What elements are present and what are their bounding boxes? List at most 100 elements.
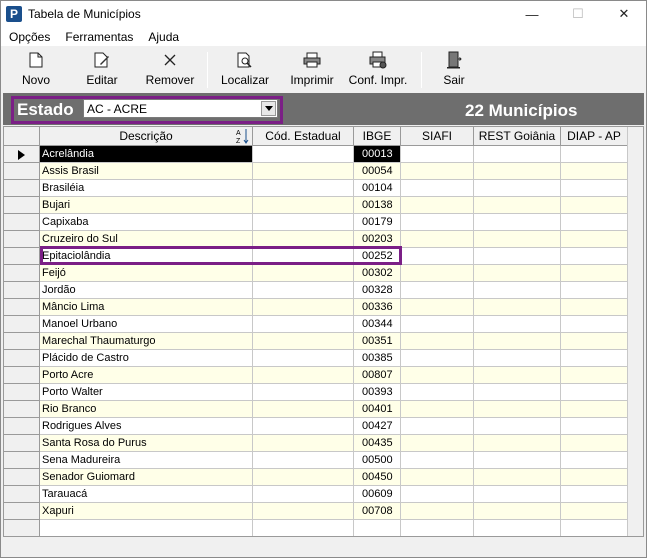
table-row-empty[interactable] xyxy=(4,520,628,536)
cell-empty[interactable] xyxy=(401,231,474,248)
editar-button[interactable]: Editar xyxy=(77,49,127,91)
cell-empty[interactable] xyxy=(253,384,354,401)
cell-empty[interactable] xyxy=(561,299,628,316)
cell-descricao[interactable]: Rodrigues Alves xyxy=(40,418,253,435)
localizar-button[interactable]: Localizar xyxy=(217,49,273,91)
cell-empty[interactable] xyxy=(401,146,474,163)
table-row[interactable]: Rio Branco 00401 xyxy=(4,401,628,418)
state-dropdown[interactable]: AC - ACRE xyxy=(83,99,278,118)
cell-empty[interactable] xyxy=(401,486,474,503)
cell-empty[interactable] xyxy=(561,384,628,401)
cell-empty[interactable] xyxy=(561,401,628,418)
cell-empty[interactable] xyxy=(401,520,474,536)
cell-empty[interactable] xyxy=(474,503,561,520)
table-row[interactable]: Porto Walter 00393 xyxy=(4,384,628,401)
cell-empty[interactable] xyxy=(401,163,474,180)
column-header-siafi[interactable]: SIAFI xyxy=(401,127,474,146)
cell-empty[interactable] xyxy=(474,316,561,333)
cell-empty[interactable] xyxy=(561,333,628,350)
cell-empty[interactable] xyxy=(401,316,474,333)
cell-ibge[interactable]: 00328 xyxy=(354,282,401,299)
cell-empty[interactable] xyxy=(474,520,561,536)
cell-empty[interactable] xyxy=(401,401,474,418)
cell-empty[interactable] xyxy=(474,350,561,367)
cell-empty[interactable] xyxy=(561,231,628,248)
cell-descricao[interactable]: Rio Branco xyxy=(40,401,253,418)
cell-empty[interactable] xyxy=(561,367,628,384)
cell-empty[interactable] xyxy=(561,486,628,503)
cell-empty[interactable] xyxy=(253,486,354,503)
table-row[interactable]: Bujari 00138 xyxy=(4,197,628,214)
cell-ibge[interactable]: 00203 xyxy=(354,231,401,248)
maximize-button[interactable]: ☐ xyxy=(555,1,601,27)
cell-ibge[interactable]: 00435 xyxy=(354,435,401,452)
table-row[interactable]: Brasiléia 00104 xyxy=(4,180,628,197)
cell-descricao[interactable]: Brasiléia xyxy=(40,180,253,197)
cell-empty[interactable] xyxy=(40,520,253,536)
cell-descricao[interactable]: Plácido de Castro xyxy=(40,350,253,367)
cell-empty[interactable] xyxy=(561,469,628,486)
cell-ibge[interactable]: 00807 xyxy=(354,367,401,384)
cell-empty[interactable] xyxy=(474,282,561,299)
cell-ibge[interactable]: 00054 xyxy=(354,163,401,180)
cell-empty[interactable] xyxy=(253,163,354,180)
cell-empty[interactable] xyxy=(561,452,628,469)
cell-empty[interactable] xyxy=(474,197,561,214)
table-row[interactable]: Feijó 00302 xyxy=(4,265,628,282)
cell-empty[interactable] xyxy=(253,316,354,333)
cell-empty[interactable] xyxy=(253,248,354,265)
table-row[interactable]: Epitaciolândia 00252 xyxy=(4,248,628,265)
cell-ibge[interactable]: 00609 xyxy=(354,486,401,503)
cell-ibge[interactable]: 00385 xyxy=(354,350,401,367)
horizontal-scrollbar[interactable] xyxy=(3,537,644,555)
cell-empty[interactable] xyxy=(474,418,561,435)
cell-descricao[interactable]: Capixaba xyxy=(40,214,253,231)
cell-empty[interactable] xyxy=(561,418,628,435)
vertical-scroll-area[interactable] xyxy=(627,127,643,536)
cell-descricao[interactable]: Mâncio Lima xyxy=(40,299,253,316)
table-row[interactable]: Marechal Thaumaturgo 00351 xyxy=(4,333,628,350)
table-row[interactable]: Assis Brasil 00054 xyxy=(4,163,628,180)
cell-ibge[interactable]: 00336 xyxy=(354,299,401,316)
cell-empty[interactable] xyxy=(474,163,561,180)
imprimir-button[interactable]: Imprimir xyxy=(284,49,340,91)
cell-descricao[interactable]: Senador Guiomard xyxy=(40,469,253,486)
cell-empty[interactable] xyxy=(474,265,561,282)
cell-ibge[interactable]: 00401 xyxy=(354,401,401,418)
table-row[interactable]: Jordão 00328 xyxy=(4,282,628,299)
cell-empty[interactable] xyxy=(474,214,561,231)
cell-empty[interactable] xyxy=(474,367,561,384)
cell-ibge[interactable]: 00013 xyxy=(354,146,401,163)
cell-empty[interactable] xyxy=(253,299,354,316)
cell-descricao[interactable]: Marechal Thaumaturgo xyxy=(40,333,253,350)
remover-button[interactable]: Remover xyxy=(142,49,198,91)
cell-ibge[interactable]: 00393 xyxy=(354,384,401,401)
cell-empty[interactable] xyxy=(401,248,474,265)
cell-ibge[interactable]: 00104 xyxy=(354,180,401,197)
cell-empty[interactable] xyxy=(253,367,354,384)
cell-empty[interactable] xyxy=(474,401,561,418)
cell-empty[interactable] xyxy=(253,401,354,418)
cell-descricao[interactable]: Jordão xyxy=(40,282,253,299)
cell-descricao[interactable]: Porto Walter xyxy=(40,384,253,401)
cell-ibge[interactable]: 00344 xyxy=(354,316,401,333)
column-header-cod-estadual[interactable]: Cód. Estadual xyxy=(253,127,354,146)
cell-ibge[interactable]: 00500 xyxy=(354,452,401,469)
cell-empty[interactable] xyxy=(561,197,628,214)
cell-empty[interactable] xyxy=(401,469,474,486)
cell-empty[interactable] xyxy=(401,435,474,452)
cell-empty[interactable] xyxy=(401,367,474,384)
cell-ibge[interactable]: 00450 xyxy=(354,469,401,486)
cell-empty[interactable] xyxy=(561,503,628,520)
cell-empty[interactable] xyxy=(401,282,474,299)
sort-az-icon[interactable]: AZ xyxy=(236,128,250,145)
cell-empty[interactable] xyxy=(401,180,474,197)
cell-empty[interactable] xyxy=(474,469,561,486)
cell-empty[interactable] xyxy=(253,146,354,163)
cell-empty[interactable] xyxy=(474,486,561,503)
cell-empty[interactable] xyxy=(253,418,354,435)
cell-empty[interactable] xyxy=(253,180,354,197)
cell-empty[interactable] xyxy=(253,469,354,486)
cell-empty[interactable] xyxy=(561,180,628,197)
cell-descricao[interactable]: Sena Madureira xyxy=(40,452,253,469)
